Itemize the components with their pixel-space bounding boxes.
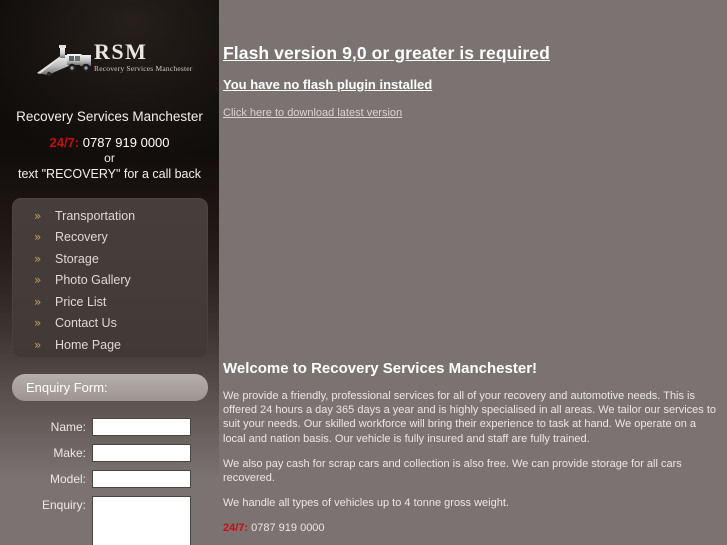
flash-download-link[interactable]: Click here to download latest version: [223, 106, 402, 121]
model-label: Model:: [49, 472, 86, 486]
tow-truck-icon: [37, 45, 91, 77]
site-logo[interactable]: RSM Recovery Services Manchester: [36, 40, 196, 86]
phone-number: 0787 919 0000: [82, 135, 170, 150]
scrap-cars-paragraph: We also pay cash for scrap cars and coll…: [223, 457, 682, 485]
form-row-make: Make:: [0, 444, 219, 462]
left-sidebar: RSM Recovery Services Manchester Recover…: [0, 0, 219, 545]
sidebar-item-price-list[interactable]: » Price List: [12, 291, 208, 313]
sidebar-item-contact-us[interactable]: » Contact Us: [12, 313, 208, 335]
double-chevron-icon: »: [34, 273, 41, 288]
callback-instruction: text "RECOVERY" for a call back: [17, 167, 201, 181]
form-row-model: Model:: [0, 470, 219, 488]
sidebar-item-storage[interactable]: » Storage: [12, 248, 208, 270]
nav-item-label: Photo Gallery: [55, 273, 131, 288]
sidebar-item-transportation[interactable]: » Transportation: [12, 205, 208, 227]
main-phone-line: 24/7: 0787 919 0000: [223, 521, 720, 535]
logo-initials: RSM: [94, 39, 148, 64]
make-label: Make:: [53, 446, 86, 460]
enquiry-form: Name: Make: Model: Enquiry:: [0, 418, 219, 545]
phone-prefix-badge: 24/7:: [223, 522, 249, 535]
model-input[interactable]: [92, 470, 191, 488]
double-chevron-icon: »: [34, 230, 41, 245]
sidebar-item-home-page[interactable]: » Home Page: [12, 334, 208, 356]
company-name: Recovery Services Manchester: [16, 109, 203, 124]
nav-item-label: Contact Us: [55, 316, 117, 331]
main-content: Flash version 9,0 or greater is required…: [219, 0, 727, 545]
navigation-panel: » Transportation » Recovery » Storage » …: [12, 198, 208, 358]
nav-item-label: Price List: [55, 294, 107, 309]
phone-prefix-badge: 24/7:: [49, 135, 80, 150]
flash-notice: Flash version 9,0 or greater is required…: [223, 42, 723, 121]
nav-item-label: Storage: [55, 251, 99, 266]
intro-paragraph: We provide a friendly, professional serv…: [223, 390, 717, 445]
double-chevron-icon: »: [34, 316, 41, 331]
vehicle-weight-paragraph: We handle all types of vehicles up to 4 …: [223, 497, 509, 510]
enquiry-form-header: Enquiry Form:: [12, 374, 208, 401]
flash-missing-plugin-text: You have no flash plugin installed: [223, 77, 433, 92]
flash-required-heading: Flash version 9,0 or greater is required: [223, 43, 550, 63]
page-root: RSM Recovery Services Manchester Recover…: [0, 0, 727, 545]
enquiry-textarea[interactable]: [92, 496, 191, 545]
or-separator: or: [104, 151, 115, 165]
phone-number: 0787 919 0000: [251, 522, 325, 535]
double-chevron-icon: »: [34, 208, 41, 223]
make-input[interactable]: [92, 444, 191, 462]
double-chevron-icon: »: [34, 294, 41, 309]
sidebar-phone: 24/7: 0787 919 0000: [0, 135, 219, 151]
page-title: Welcome to Recovery Services Manchester!: [223, 360, 538, 377]
nav-item-label: Transportation: [55, 208, 136, 223]
enquiry-form-title: Enquiry Form:: [26, 380, 108, 395]
sidebar-item-photo-gallery[interactable]: » Photo Gallery: [12, 270, 208, 292]
enquiry-label: Enquiry:: [41, 498, 86, 512]
form-row-enquiry: Enquiry:: [0, 496, 219, 545]
nav-item-label: Recovery: [55, 230, 108, 245]
body-copy: We provide a friendly, professional serv…: [223, 389, 720, 545]
navigation-list: » Transportation » Recovery » Storage » …: [12, 198, 208, 356]
sidebar-item-recovery[interactable]: » Recovery: [12, 227, 208, 249]
double-chevron-icon: »: [34, 251, 41, 266]
name-input[interactable]: [92, 418, 191, 436]
double-chevron-icon: »: [34, 337, 41, 352]
nav-item-label: Home Page: [55, 337, 122, 352]
logo-tagline: Recovery Services Manchester: [94, 64, 193, 73]
name-label: Name:: [50, 420, 86, 434]
form-row-name: Name:: [0, 418, 219, 436]
